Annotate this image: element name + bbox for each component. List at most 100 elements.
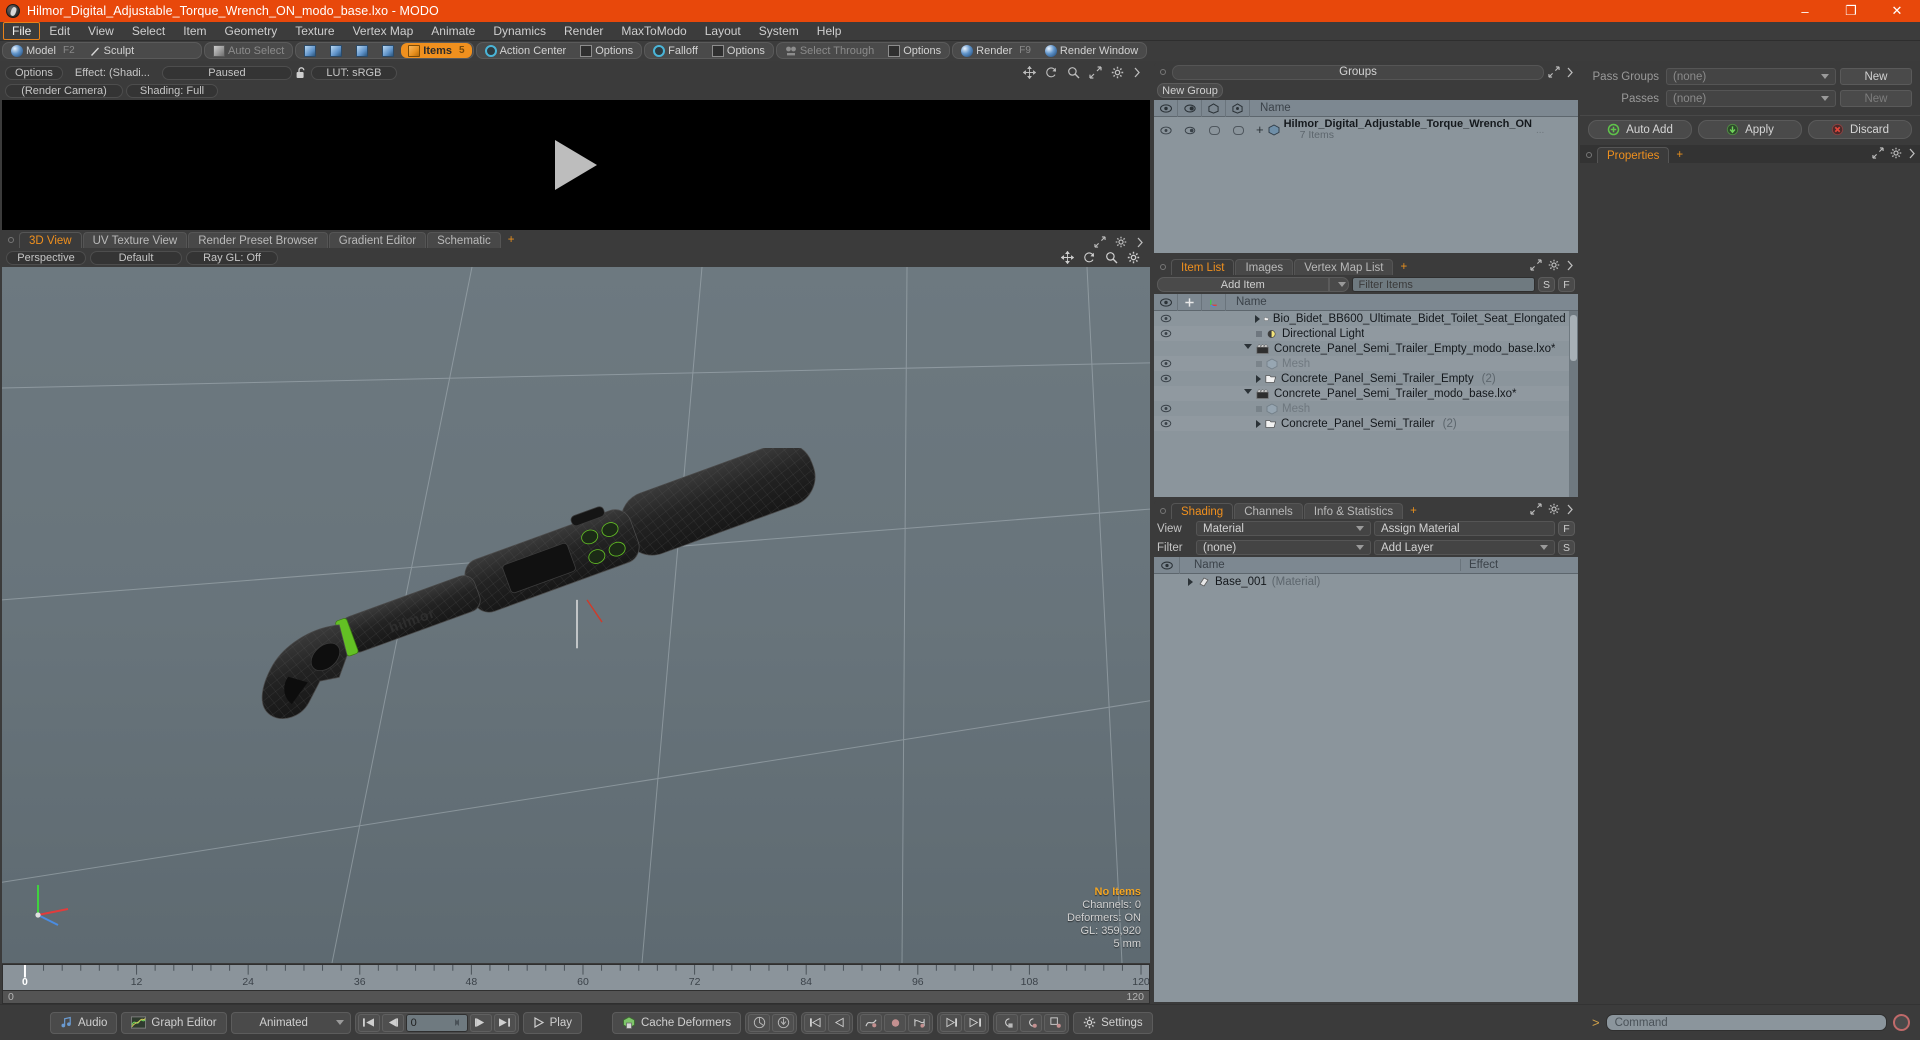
key-selected-button[interactable]: [1020, 1013, 1043, 1032]
tab-render-preset-browser[interactable]: Render Preset Browser: [188, 232, 328, 248]
chevron-right-icon[interactable]: [1133, 67, 1141, 78]
tab-channels[interactable]: Channels: [1234, 503, 1303, 519]
menu-maxtomodo[interactable]: MaxToModo: [612, 22, 695, 40]
row-transform-toggle[interactable]: [1202, 416, 1226, 431]
add-layer-dropdown[interactable]: Add Layer: [1374, 540, 1555, 555]
auto-select-button[interactable]: Auto Select: [206, 43, 291, 58]
expand-arrow-icon[interactable]: [1188, 577, 1193, 586]
row-transform-toggle[interactable]: [1202, 386, 1226, 401]
row-transform-toggle[interactable]: [1202, 371, 1226, 386]
key-create-button[interactable]: [748, 1013, 771, 1032]
render-options-button[interactable]: Options: [5, 65, 63, 80]
render-preview-viewport[interactable]: [2, 100, 1150, 230]
menu-animate[interactable]: Animate: [422, 22, 484, 40]
settings-button[interactable]: Settings: [1073, 1011, 1153, 1034]
key-delete-button[interactable]: [772, 1013, 795, 1032]
row-lock-toggle[interactable]: [1226, 123, 1250, 138]
render-lut-button[interactable]: LUT: sRGB: [310, 65, 397, 80]
row-lock-toggle[interactable]: [1178, 326, 1202, 341]
pane-menu-dot[interactable]: [1160, 264, 1166, 270]
row-visibility-toggle[interactable]: [1154, 123, 1178, 138]
tab-uv-texture-view[interactable]: UV Texture View: [82, 232, 188, 248]
row-visibility-toggle[interactable]: [1154, 341, 1178, 356]
discard-button[interactable]: Discard: [1808, 120, 1912, 139]
chevron-right-icon[interactable]: [1566, 260, 1574, 271]
gear-icon[interactable]: [1111, 66, 1124, 79]
menu-edit[interactable]: Edit: [40, 22, 79, 40]
falloff-button[interactable]: Falloff: [646, 43, 705, 58]
menu-vertex-map[interactable]: Vertex Map: [344, 22, 423, 40]
tab-gradient-editor[interactable]: Gradient Editor: [328, 232, 427, 248]
audio-button[interactable]: Audio: [50, 1011, 118, 1034]
graph-editor-button[interactable]: Graph Editor: [121, 1011, 227, 1034]
apply-button[interactable]: Apply: [1698, 120, 1802, 139]
row-shade-toggle[interactable]: [1202, 123, 1226, 138]
command-input[interactable]: Command: [1605, 1014, 1887, 1031]
menu-render[interactable]: Render: [555, 22, 612, 40]
timeline-ruler[interactable]: 0 12 24 36 48 60 72 84 96 108 120: [2, 964, 1150, 990]
animation-mode-dropdown[interactable]: Animated: [230, 1011, 351, 1034]
cache-deformers-button[interactable]: Cache Deformers: [612, 1011, 742, 1034]
tab-properties[interactable]: Properties: [1597, 147, 1670, 163]
shading-f-button[interactable]: F: [1558, 521, 1575, 536]
move-icon[interactable]: [1023, 66, 1036, 79]
row-transform-toggle[interactable]: [1202, 341, 1226, 356]
passes-dropdown[interactable]: (none): [1666, 90, 1836, 107]
passes-new-button[interactable]: New: [1840, 90, 1912, 107]
play-triangle-icon[interactable]: [555, 140, 597, 190]
gear-icon[interactable]: [1548, 259, 1560, 271]
auto-add-button[interactable]: Auto Add: [1588, 120, 1692, 139]
tab-3d-view[interactable]: 3D View: [19, 232, 82, 248]
mode-sculpt-button[interactable]: Sculpt: [82, 43, 142, 58]
close-button[interactable]: ✕: [1874, 0, 1920, 22]
viewport-projection-button[interactable]: Perspective: [6, 250, 86, 265]
falloff-options-button[interactable]: Options: [705, 43, 772, 58]
row-lock-toggle[interactable]: [1178, 311, 1202, 326]
menu-layout[interactable]: Layout: [696, 22, 750, 40]
chevron-right-icon[interactable]: [1136, 237, 1144, 248]
render-paused-button[interactable]: Paused: [161, 65, 292, 80]
row-lock-toggle[interactable]: [1178, 386, 1202, 401]
zoom-icon[interactable]: [1105, 251, 1118, 264]
expand-arrow-icon[interactable]: [1256, 419, 1261, 428]
tab-add-button[interactable]: +: [1670, 147, 1689, 163]
vertex-mode-button[interactable]: [297, 43, 323, 58]
shading-filter-dropdown[interactable]: (none): [1196, 540, 1371, 555]
gear-icon[interactable]: [1890, 147, 1902, 159]
select-through-button[interactable]: Select Through: [778, 43, 881, 58]
timeline-range[interactable]: 0 120: [2, 990, 1150, 1004]
item-list-body[interactable]: Bio_Bidet_BB600_Ultimate_Bidet_Toilet_Se…: [1154, 311, 1578, 497]
expand-icon[interactable]: [1089, 66, 1102, 79]
chevron-right-icon[interactable]: [1908, 148, 1916, 159]
menu-select[interactable]: Select: [123, 22, 174, 40]
3d-viewport[interactable]: hilmor No Items Channels: 0 Deformers: O…: [2, 267, 1150, 963]
expand-group-button[interactable]: +: [1256, 123, 1264, 136]
tab-item-list[interactable]: Item List: [1171, 259, 1235, 275]
current-frame-input[interactable]: 0: [405, 1013, 468, 1032]
filter-items-input[interactable]: Filter Items: [1351, 277, 1535, 292]
row-transform-toggle[interactable]: [1202, 356, 1226, 371]
table-row[interactable]: Mesh: [1154, 356, 1578, 371]
maximize-pane-icon[interactable]: [1530, 259, 1542, 271]
pane-menu-dot[interactable]: [1586, 152, 1592, 158]
range-end-button[interactable]: [964, 1013, 987, 1032]
shading-list-body[interactable]: Base_001 (Material): [1154, 574, 1578, 1002]
gear-icon[interactable]: [1548, 503, 1560, 515]
row-visibility-toggle[interactable]: [1154, 416, 1178, 431]
curve-key-button[interactable]: [860, 1013, 883, 1032]
row-lock-toggle[interactable]: [1178, 371, 1202, 386]
render-shading-button[interactable]: Shading: Full: [126, 84, 218, 98]
row-visibility-toggle[interactable]: [1154, 401, 1178, 416]
key-all-button[interactable]: [996, 1013, 1019, 1032]
viewport-raygl-button[interactable]: Ray GL: Off: [186, 250, 278, 265]
move-icon[interactable]: [1061, 251, 1074, 264]
properties-panel-body[interactable]: [1580, 163, 1920, 1004]
menu-texture[interactable]: Texture: [286, 22, 343, 40]
action-center-button[interactable]: Action Center: [478, 43, 574, 58]
maximize-pane-icon[interactable]: [1872, 147, 1884, 159]
next-frame-button[interactable]: [469, 1013, 492, 1032]
chevron-right-icon[interactable]: [1566, 504, 1574, 515]
maximize-pane-icon[interactable]: [1530, 503, 1542, 515]
tab-add-button[interactable]: +: [1404, 503, 1423, 519]
maximize-pane-icon[interactable]: [1094, 236, 1106, 248]
